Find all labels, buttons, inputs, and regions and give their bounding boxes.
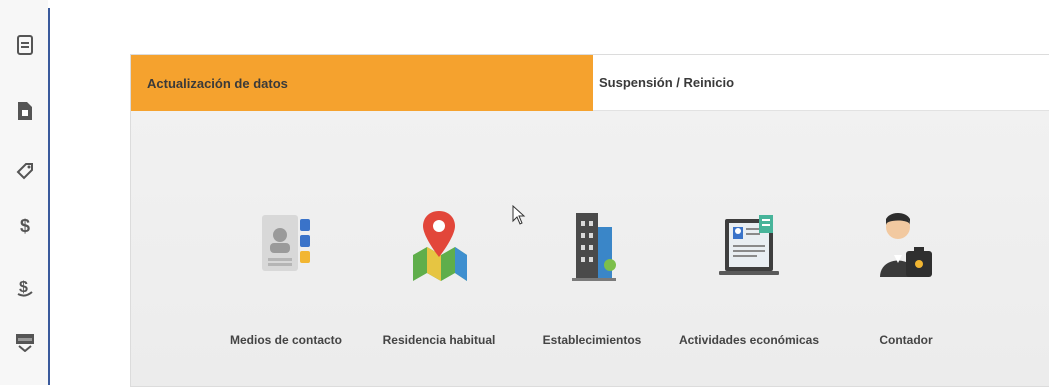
sidebar-divider (48, 8, 50, 385)
laptop-certificate-icon (719, 215, 779, 275)
main-panel: Actualización de datos Suspensión / Rein… (130, 54, 1049, 387)
tab-label: Actualización de datos (147, 75, 288, 91)
map-pin-icon (413, 211, 467, 281)
option-residencia-habitual[interactable]: Residencia habitual (364, 205, 514, 355)
svg-text:$: $ (19, 279, 28, 296)
option-medios-contacto[interactable]: Medios de contacto (211, 205, 361, 355)
option-label: Medios de contacto (229, 333, 342, 347)
tag-icon[interactable] (14, 160, 36, 182)
option-label: Residencia habitual (382, 333, 496, 347)
tab-suspension-reinicio[interactable]: Suspensión / Reinicio (593, 55, 1049, 111)
money-icon[interactable] (14, 330, 36, 352)
option-label: Establecimientos (542, 333, 642, 347)
option-contador[interactable]: Contador (831, 205, 981, 355)
tab-actualizacion-datos[interactable]: Actualización de datos (131, 55, 593, 111)
file-icon[interactable] (14, 100, 36, 122)
document-icon[interactable] (14, 34, 36, 56)
dollar-icon[interactable]: $ (14, 215, 36, 237)
option-actividades-economicas[interactable]: Actividades económicas (674, 205, 824, 355)
contact-card-icon (262, 215, 310, 271)
building-icon (572, 213, 616, 281)
option-establecimientos[interactable]: Establecimientos (517, 205, 667, 355)
option-label: Contador (879, 333, 933, 347)
accountant-icon (880, 213, 932, 277)
dollar-return-icon[interactable]: $ (14, 276, 36, 298)
mouse-cursor-icon (512, 205, 526, 225)
option-label: Actividades económicas (678, 333, 820, 347)
tab-label: Suspensión / Reinicio (599, 75, 735, 90)
sidebar: $ $ (0, 0, 48, 385)
